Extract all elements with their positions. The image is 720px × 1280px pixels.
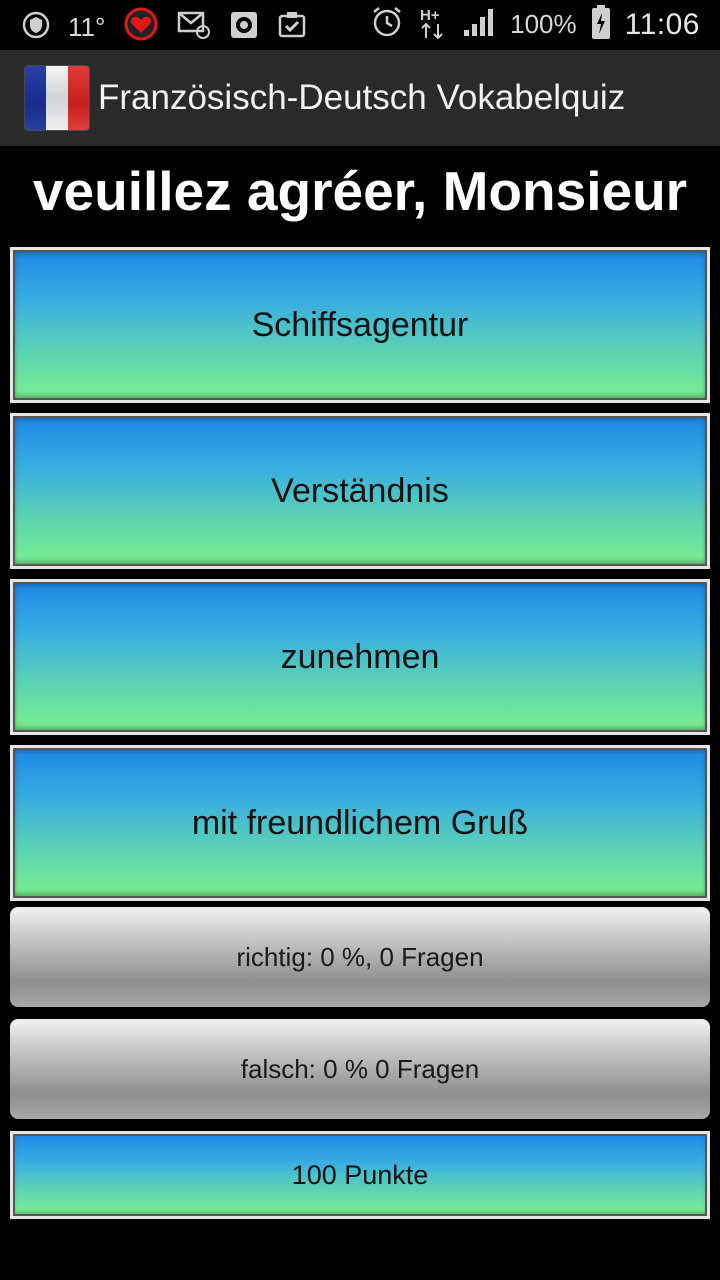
app-title: Französisch-Deutsch Vokabelquiz [98,78,626,117]
alarm-icon [370,5,404,44]
shield-icon [22,10,50,45]
clock-time: 11:06 [624,7,700,41]
answer-button-2[interactable]: Verständnis [10,413,710,569]
record-icon [229,10,259,45]
network-arrows-icon: H+ [418,4,448,45]
temperature-text: 11° [68,12,106,42]
heart-message-icon [123,7,159,48]
network-type-text: H+ [420,7,440,24]
clipboard-check-icon [277,10,307,45]
correct-stats-button[interactable]: richtig: 0 %, 0 Fragen [10,907,710,1007]
answer-button-3[interactable]: zunehmen [10,579,710,735]
email-at-icon [177,10,211,45]
signal-icon [462,6,496,43]
france-flag-icon[interactable] [25,66,89,130]
battery-charging-icon [591,4,611,45]
points-button[interactable]: 100 Punkte [10,1131,710,1219]
battery-percent-text: 100% [510,9,577,39]
answer-button-4[interactable]: mit freundlichem Gruß [10,745,710,901]
answer-button-1[interactable]: Schiffsagentur [10,247,710,403]
status-bar: 11° H+ 100% 11:06 [0,0,720,50]
app-bar: Französisch-Deutsch Vokabelquiz [0,50,720,146]
question-text: veuillez agréer, Monsieur [32,160,688,222]
wrong-stats-button[interactable]: falsch: 0 % 0 Fragen [10,1019,710,1119]
